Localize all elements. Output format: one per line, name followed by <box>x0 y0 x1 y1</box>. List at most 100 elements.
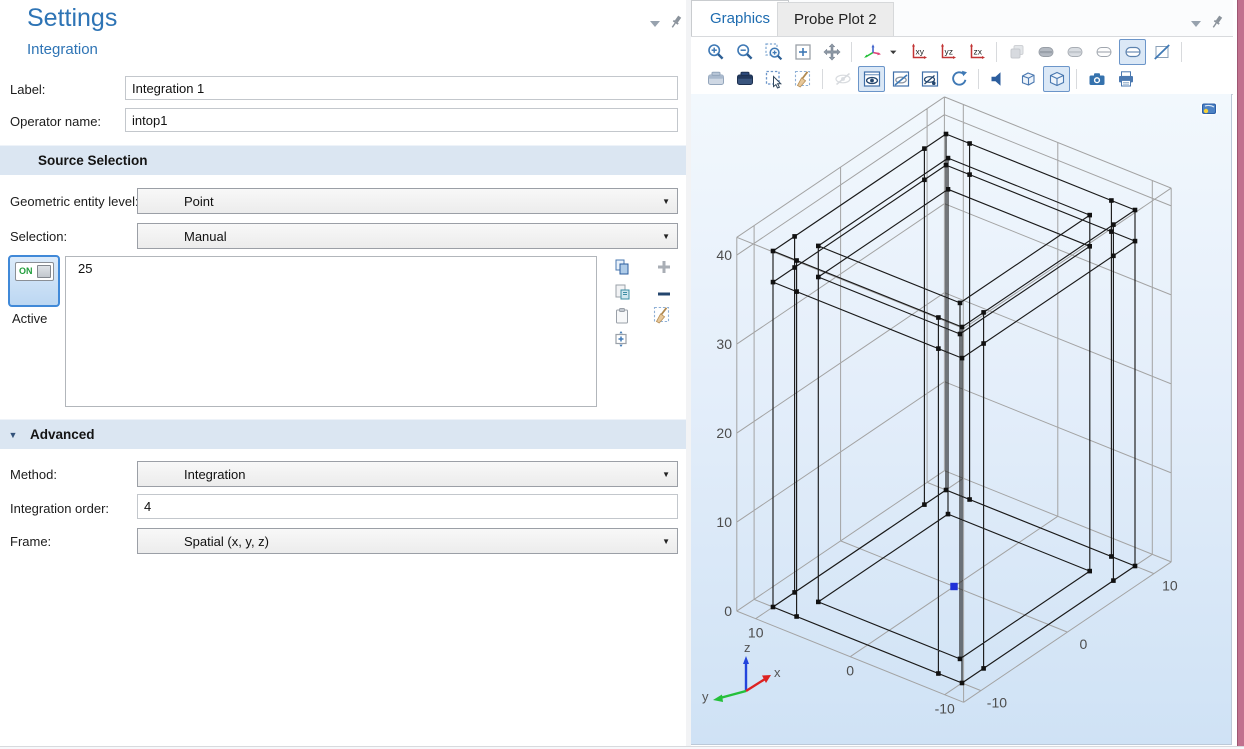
operator-name-input[interactable] <box>125 108 678 132</box>
3d-plot[interactable]: 010203040-10010100-10 z x y <box>691 94 1232 745</box>
copy-image-button[interactable] <box>1003 39 1030 65</box>
view-unhidden-button[interactable] <box>858 66 885 92</box>
reset-hiding-button[interactable] <box>945 66 972 92</box>
toggle-knob <box>37 265 51 278</box>
orthographic-projection-icon <box>1018 69 1038 89</box>
y-axis-tick-label: 0 <box>846 663 854 679</box>
comsol-logo-icon[interactable] <box>1200 101 1219 116</box>
settings-title: Settings <box>27 4 117 33</box>
toolbar-separator <box>1076 69 1077 89</box>
copy-selection-button[interactable] <box>612 257 634 279</box>
z-axis-tick-label: 0 <box>724 603 732 619</box>
method-caption: Method: <box>10 467 57 482</box>
selection-caption: Selection: <box>10 229 67 244</box>
camera-snapshot-button[interactable] <box>1083 66 1110 92</box>
view-yz-icon: yz <box>938 42 958 62</box>
pin-icon[interactable] <box>668 14 684 35</box>
scene-light-button[interactable] <box>1032 39 1059 65</box>
clipboard-button[interactable] <box>612 306 634 328</box>
transparency-button[interactable] <box>1061 39 1088 65</box>
zoom-out-button[interactable] <box>731 39 758 65</box>
zoom-extents-icon <box>793 42 813 62</box>
show-hidden-icon <box>920 69 940 89</box>
view-menu-chevron-button[interactable] <box>887 39 903 65</box>
z-axis-tick-label: 10 <box>716 514 732 530</box>
svg-text:x: x <box>774 665 781 680</box>
go-to-default-view-button[interactable] <box>858 39 885 65</box>
show-hidden-button[interactable] <box>916 66 943 92</box>
outline-button[interactable] <box>1119 39 1146 65</box>
label-caption: Label: <box>10 82 45 97</box>
zoom-to-selection-button[interactable] <box>611 329 633 351</box>
settings-subtitle: Integration <box>27 41 98 58</box>
zoom-in-button[interactable] <box>702 39 729 65</box>
comsol-window: Settings Integration Label: Operator nam… <box>0 0 1244 749</box>
view-xy-button[interactable]: xy <box>905 39 932 65</box>
no-rendering-button[interactable] <box>1148 39 1175 65</box>
go-to-default-view-icon <box>862 42 882 62</box>
selection-list-item[interactable]: 25 <box>66 257 596 276</box>
pan-button[interactable] <box>818 39 845 65</box>
source-selection-header[interactable]: Source Selection <box>0 145 686 175</box>
graphics-panel-controls <box>1189 14 1225 35</box>
sound-icon <box>989 69 1009 89</box>
orthographic-projection-button[interactable] <box>1014 66 1041 92</box>
remove-from-selection-icon <box>654 284 674 304</box>
print-button[interactable] <box>1112 66 1139 92</box>
svg-text:zx: zx <box>973 47 982 57</box>
advanced-header[interactable]: ▼ Advanced <box>0 419 686 449</box>
chevron-down-icon: ▼ <box>662 537 670 546</box>
record-animation-button[interactable] <box>731 66 758 92</box>
frame-caption: Frame: <box>10 534 51 549</box>
tab-probe-plot-2[interactable]: Probe Plot 2 <box>777 2 894 36</box>
panel-menu-chevron-icon[interactable] <box>648 16 662 34</box>
hide-selected-button[interactable] <box>829 66 856 92</box>
y-axis-tick-label: 10 <box>748 625 764 641</box>
view-menu-chevron-icon <box>888 42 902 62</box>
z-axis-tick-label: 40 <box>716 247 732 263</box>
perspective-projection-button[interactable] <box>1043 66 1070 92</box>
record-animation-icon <box>735 69 755 89</box>
view-hidden-button[interactable] <box>887 66 914 92</box>
chevron-down-icon: ▼ <box>662 470 670 479</box>
image-snapshot-button[interactable] <box>702 66 729 92</box>
scene-light-icon <box>1036 42 1056 62</box>
orientation-triad: z x y <box>702 640 781 704</box>
add-to-selection-button[interactable] <box>654 257 676 279</box>
copy-image-icon <box>1007 42 1027 62</box>
graphics-canvas[interactable]: 010203040-10010100-10 z x y <box>691 94 1232 745</box>
paste-selection-button[interactable] <box>612 282 634 304</box>
method-select[interactable]: Integration ▼ <box>137 461 678 487</box>
clear-selection-button[interactable] <box>652 305 674 327</box>
selection-list[interactable]: 25 <box>65 256 597 407</box>
wireframe-button[interactable] <box>1090 39 1117 65</box>
pin-icon[interactable] <box>1209 14 1225 35</box>
selection-select[interactable]: Manual ▼ <box>137 223 678 249</box>
clear-selection-icon <box>652 305 672 325</box>
x-axis-tick-label: 10 <box>1162 578 1178 594</box>
sound-button[interactable] <box>985 66 1012 92</box>
integration-order-input[interactable] <box>137 494 678 519</box>
active-toggle-button[interactable]: ON <box>8 255 60 307</box>
zoom-selected-button[interactable] <box>760 39 787 65</box>
geometric-entity-select[interactable]: Point ▼ <box>137 188 678 214</box>
geometry-edges <box>773 134 1135 683</box>
zoom-extents-button[interactable] <box>789 39 816 65</box>
image-snapshot-icon <box>706 69 726 89</box>
print-icon <box>1116 69 1136 89</box>
add-to-selection-icon <box>654 257 674 277</box>
select-box-button[interactable] <box>760 66 787 92</box>
remove-from-selection-button[interactable] <box>654 284 676 306</box>
collapsed-side-panel-strip[interactable] <box>1237 0 1244 749</box>
svg-text:yz: yz <box>944 47 953 57</box>
axis-grid-lines <box>737 97 1171 702</box>
view-yz-button[interactable]: yz <box>934 39 961 65</box>
label-input[interactable] <box>125 76 678 100</box>
selected-point-marker[interactable] <box>950 583 957 590</box>
frame-select[interactable]: Spatial (x, y, z) ▼ <box>137 528 678 554</box>
toolbar-separator <box>1181 42 1182 62</box>
view-zx-button[interactable]: zx <box>963 39 990 65</box>
clear-selection-box-button[interactable] <box>789 66 816 92</box>
tab-graphics[interactable]: Graphics <box>691 0 789 36</box>
panel-menu-chevron-icon[interactable] <box>1189 16 1203 34</box>
